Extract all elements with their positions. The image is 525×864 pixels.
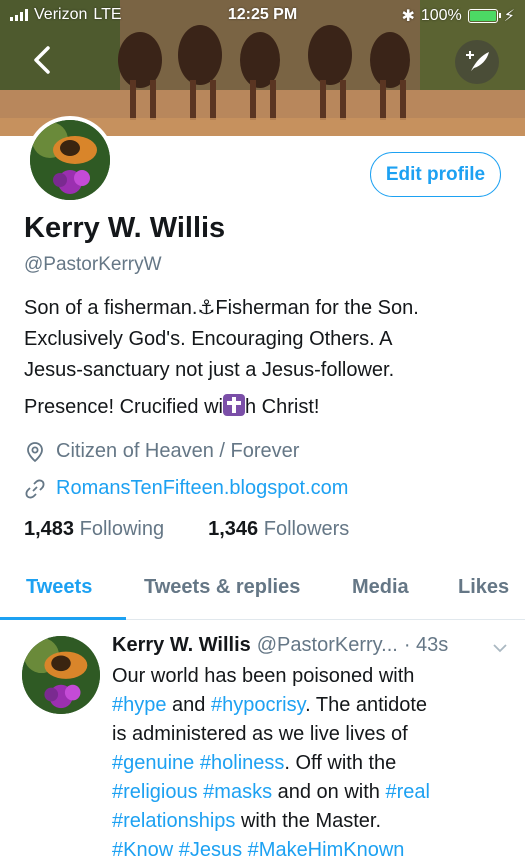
header-banner: Verizon LTE 12:25 PM ✱ 100% ⚡ xyxy=(0,0,525,136)
tweet-line: Our world has been poisoned with xyxy=(112,665,415,687)
following-stat[interactable]: 1,483 Following xyxy=(24,518,164,541)
compose-tweet-button[interactable] xyxy=(455,40,499,84)
butterfly-avatar-image xyxy=(22,636,100,714)
hashtag-link[interactable]: #Jesus xyxy=(179,839,242,861)
hashtag-link[interactable]: #hype xyxy=(112,694,167,716)
bio-line: Presence! Crucified wi h Christ! xyxy=(24,392,514,423)
tweet-text-span: . The antidote xyxy=(305,694,428,716)
active-tab-indicator xyxy=(0,617,126,620)
battery-icon xyxy=(467,9,501,23)
hashtag-link[interactable]: #religious xyxy=(112,781,198,803)
feather-plus-icon xyxy=(466,51,489,71)
tweet-avatar[interactable] xyxy=(22,636,100,714)
status-right: ✱ 100% ⚡ xyxy=(401,6,515,26)
butterfly-avatar-image xyxy=(30,120,110,200)
bio-text: Presence! Crucified wi xyxy=(24,396,223,418)
latin-cross-icon xyxy=(222,394,245,416)
charging-icon: ⚡ xyxy=(503,8,515,25)
hashtag-link[interactable]: #relationships xyxy=(112,810,235,832)
following-label: Following xyxy=(79,518,165,540)
followers-count: 1,346 xyxy=(208,518,259,540)
location-text: Citizen of Heaven / Forever xyxy=(56,440,300,462)
tab-tweets[interactable]: Tweets xyxy=(26,576,92,599)
tweet-text-span: and on with xyxy=(272,781,386,803)
website-link[interactable]: RomansTenFifteen.blogspot.com xyxy=(56,477,348,500)
tweet-timestamp: · 43s xyxy=(403,634,449,656)
profile-bio: Son of a fisherman.⚓Fisherman for the So… xyxy=(24,293,514,423)
tab-media[interactable]: Media xyxy=(352,576,409,599)
tweet-line: #relationships with the Master. xyxy=(112,807,512,836)
followers-stat[interactable]: 1,346 Followers xyxy=(208,518,349,541)
hashtag-link[interactable]: #real xyxy=(386,781,430,803)
hashtag-link[interactable]: #hypocrisy xyxy=(211,694,305,716)
bio-line: Exclusively God's. Encouraging Others. A xyxy=(24,328,393,350)
tweet-text-span: with the Master. xyxy=(235,810,382,832)
bio-line: Son of a fisherman.⚓Fisherman for the So… xyxy=(24,297,419,319)
tweet-text: Our world has been poisoned with #hype a… xyxy=(112,662,512,864)
hashtag-link[interactable]: #holiness xyxy=(200,752,285,774)
location-pin-icon xyxy=(27,441,43,462)
edit-profile-button[interactable]: Edit profile xyxy=(370,152,501,197)
chevron-down-icon[interactable] xyxy=(491,642,509,654)
tweet-line: #religious #masks and on with #real xyxy=(112,778,512,807)
tweet-text-span: . Off with the xyxy=(284,752,397,774)
bluetooth-icon: ✱ xyxy=(401,8,415,25)
follow-counts: 1,483 Following 1,346 Followers xyxy=(24,518,349,541)
status-bar: Verizon LTE 12:25 PM ✱ 100% ⚡ xyxy=(0,0,525,30)
tweet-line: #Know #Jesus #MakeHimKnown xyxy=(112,836,512,864)
tab-likes[interactable]: Likes xyxy=(458,576,509,599)
profile-website[interactable]: RomansTenFifteen.blogspot.com xyxy=(24,477,348,500)
profile-location: Citizen of Heaven / Forever xyxy=(24,440,299,463)
hashtag-link[interactable]: #genuine xyxy=(112,752,194,774)
profile-handle: @PastorKerryW xyxy=(24,254,162,275)
followers-label: Followers xyxy=(263,518,350,540)
battery-percent: 100% xyxy=(420,7,462,24)
tweet-header: Kerry W. Willis @PastorKerry... · 43s xyxy=(112,634,448,657)
tweet-text-span: and xyxy=(166,694,211,716)
profile-avatar[interactable] xyxy=(26,116,114,204)
bio-line: Jesus-sanctuary not just a Jesus-followe… xyxy=(24,359,395,381)
back-button[interactable] xyxy=(22,38,66,82)
link-icon xyxy=(25,479,45,498)
tweet-line: is administered as we live lives of xyxy=(112,723,408,745)
tweet-line: #hype and #hypocrisy. The antidote xyxy=(112,691,512,720)
hashtag-link[interactable]: #masks xyxy=(203,781,272,803)
tweet-author-handle: @PastorKerry... xyxy=(256,634,398,656)
profile-name: Kerry W. Willis xyxy=(24,212,226,244)
hashtag-link[interactable]: #MakeHimKnown xyxy=(248,839,405,861)
tweet-line: #genuine #holiness. Off with the xyxy=(112,749,512,778)
hashtag-link[interactable]: #Know xyxy=(112,839,173,861)
following-count: 1,483 xyxy=(24,518,75,540)
profile-tabs: Tweets Tweets & replies Media Likes xyxy=(0,570,525,620)
tweet-author-name[interactable]: Kerry W. Willis xyxy=(112,634,251,657)
tab-tweets-replies[interactable]: Tweets & replies xyxy=(144,576,300,599)
chevron-left-icon xyxy=(34,46,50,74)
bio-text: h Christ! xyxy=(244,396,320,418)
